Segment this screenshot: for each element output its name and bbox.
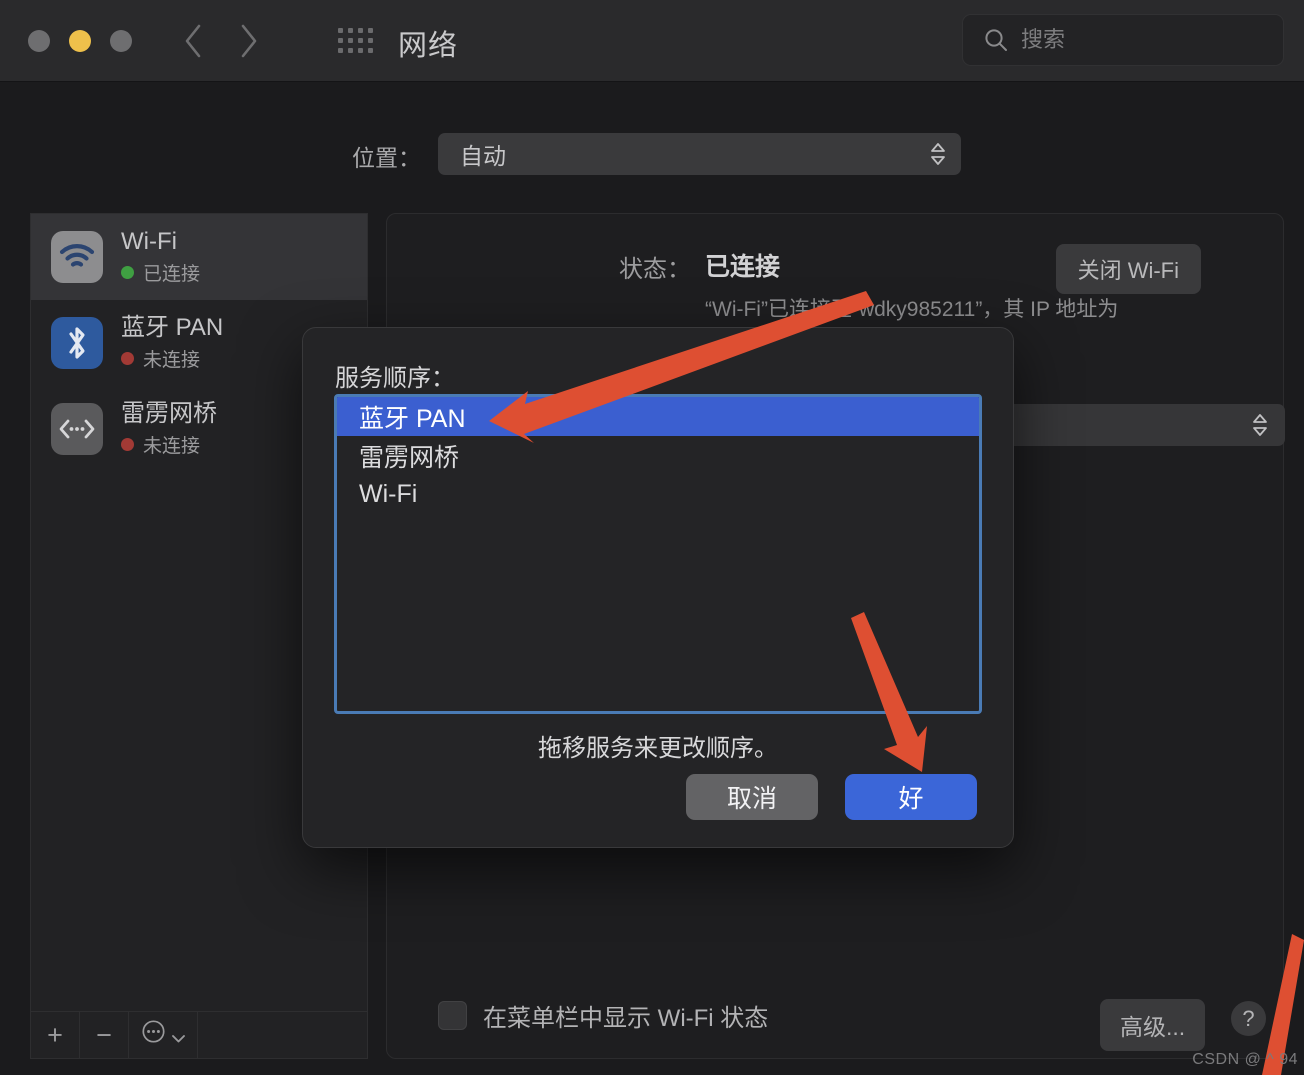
status-dot-icon	[121, 352, 134, 366]
network-preferences-window: 网络 位置： 自动	[0, 0, 1304, 1075]
search-input[interactable]	[1021, 27, 1261, 53]
service-actions-button[interactable]	[129, 1012, 198, 1058]
status-dot-icon	[121, 266, 134, 280]
up-down-chevron-icon	[929, 142, 947, 166]
wifi-icon	[51, 231, 103, 283]
status-label: 状态：	[619, 256, 691, 283]
location-label: 位置：	[352, 145, 421, 171]
search-box[interactable]	[962, 14, 1284, 66]
cancel-button[interactable]: 取消	[686, 774, 818, 820]
show-wifi-status-checkbox[interactable]	[438, 1001, 467, 1030]
location-select[interactable]: 自动	[438, 133, 961, 175]
advanced-button[interactable]: 高级...	[1100, 999, 1206, 1051]
watermark-text: CSDN @ ^ 94	[1192, 1051, 1298, 1068]
list-item[interactable]: 雷雳网桥	[337, 436, 979, 475]
dialog-button-row: 取消 好	[686, 774, 977, 820]
sidebar-item-status: 未连接	[121, 431, 217, 458]
remove-service-button[interactable]: −	[80, 1012, 129, 1058]
sidebar-toolbar: + −	[30, 1011, 368, 1059]
sidebar-item-status-label: 未连接	[143, 436, 201, 458]
page-title: 网络	[398, 30, 459, 62]
bluetooth-icon	[51, 317, 103, 369]
location-value: 自动	[460, 143, 506, 169]
service-order-label: 服务顺序：	[335, 365, 455, 392]
up-down-chevron-icon	[1251, 413, 1269, 437]
sidebar-item-wifi[interactable]: Wi-Fi 已连接	[31, 214, 367, 300]
zoom-button[interactable]	[110, 30, 132, 52]
chevron-down-icon	[171, 1020, 186, 1051]
service-order-dialog: 服务顺序： 蓝牙 PAN 雷雳网桥 Wi-Fi 拖移服务来更改顺序。 取消 好	[302, 327, 1014, 848]
add-service-button[interactable]: +	[31, 1012, 80, 1058]
show-wifi-status-label: 在菜单栏中显示 Wi-Fi 状态	[483, 1005, 769, 1032]
thunderbolt-bridge-icon	[51, 403, 103, 455]
status-value: 已连接	[705, 253, 781, 281]
ellipsis-circle-icon	[141, 1019, 166, 1051]
sidebar-item-thunderbolt-bridge-text: 雷雳网桥 未连接	[121, 400, 217, 459]
minimize-button[interactable]	[69, 30, 91, 52]
navigation-arrows	[180, 18, 262, 64]
show-wifi-status-row[interactable]: 在菜单栏中显示 Wi-Fi 状态	[438, 998, 768, 1033]
chevron-left-icon[interactable]	[180, 18, 206, 64]
grid-apps-icon[interactable]	[338, 28, 378, 56]
sidebar-item-label: 雷雳网桥	[121, 399, 217, 427]
sidebar-item-bluetooth-pan-text: 蓝牙 PAN 未连接	[121, 314, 223, 373]
traffic-light-group	[28, 30, 132, 52]
sidebar-item-wifi-text: Wi-Fi 已连接	[121, 228, 200, 287]
search-icon	[983, 27, 1009, 53]
drag-hint-text: 拖移服务来更改顺序。	[538, 735, 778, 762]
sidebar-item-status: 已连接	[121, 259, 200, 286]
close-button[interactable]	[28, 30, 50, 52]
window-titlebar: 网络	[0, 0, 1304, 82]
help-button[interactable]: ?	[1231, 1001, 1266, 1036]
status-description: “Wi-Fi”已连接至“wdky985211”，其 IP 地址为	[705, 298, 1119, 321]
status-dot-icon	[121, 438, 134, 452]
sidebar-item-status-label: 已连接	[143, 264, 201, 286]
sidebar-item-label: Wi-Fi	[121, 227, 177, 255]
sidebar-item-status-label: 未连接	[143, 350, 201, 372]
sidebar-item-status: 未连接	[121, 345, 223, 372]
chevron-right-icon[interactable]	[236, 18, 262, 64]
service-order-list[interactable]: 蓝牙 PAN 雷雳网桥 Wi-Fi	[334, 394, 982, 714]
turn-off-wifi-button[interactable]: 关闭 Wi-Fi	[1055, 244, 1201, 294]
sidebar-toolbar-spacer	[198, 1012, 367, 1058]
list-item[interactable]: 蓝牙 PAN	[337, 397, 979, 436]
sidebar-item-label: 蓝牙 PAN	[121, 313, 224, 341]
ok-button[interactable]: 好	[845, 774, 977, 820]
list-item[interactable]: Wi-Fi	[337, 475, 979, 514]
